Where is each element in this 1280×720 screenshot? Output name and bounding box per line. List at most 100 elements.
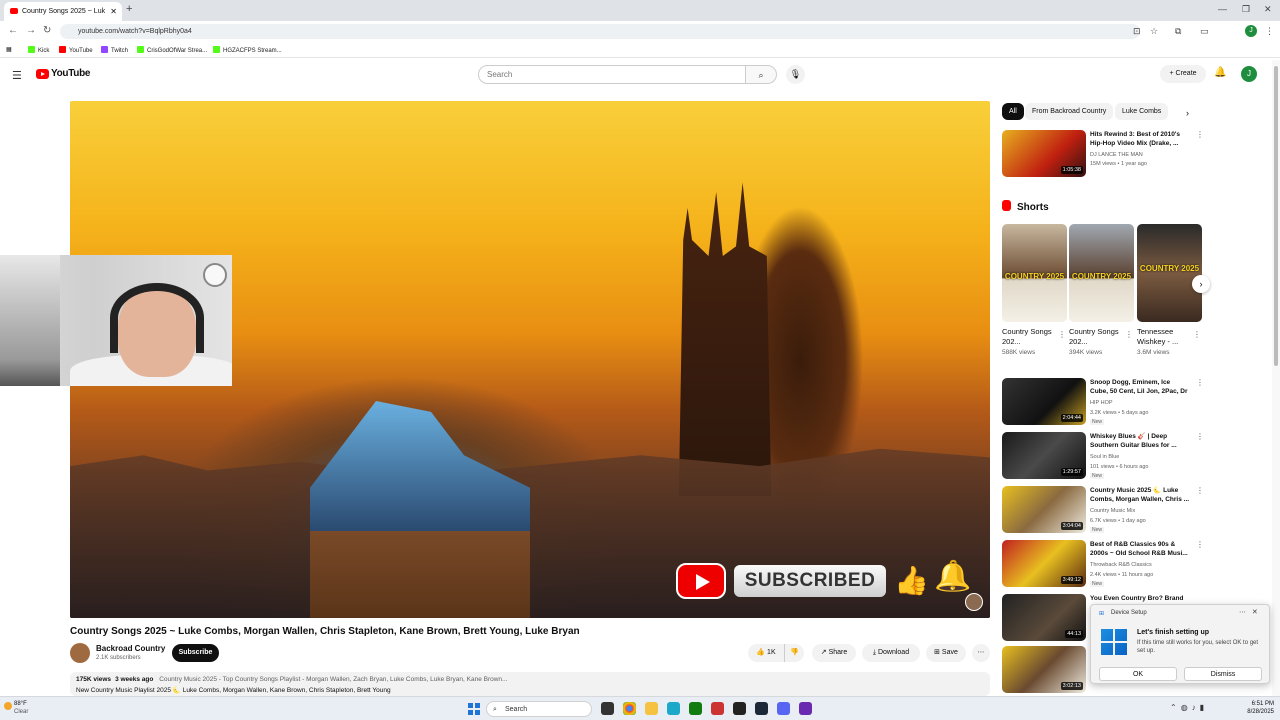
more-options-icon[interactable]: ⋮ bbox=[1196, 540, 1204, 549]
related-video[interactable]: 1:05:38 Hits Rewind 3: Best of 2010's Hi… bbox=[1002, 130, 1204, 178]
dismiss-button[interactable]: Dismiss bbox=[1184, 667, 1262, 681]
chip-from-channel[interactable]: From Backroad Country bbox=[1025, 103, 1114, 120]
chrome-icon[interactable] bbox=[623, 702, 636, 715]
download-button[interactable]: ⤓ Download bbox=[862, 644, 920, 662]
chip-luke-combs[interactable]: Luke Combs bbox=[1115, 103, 1169, 120]
chevron-up-icon[interactable]: ⌃ bbox=[1170, 703, 1181, 712]
short-item[interactable]: COUNTRY 2025 Country Songs 202... 394K v… bbox=[1069, 224, 1134, 356]
apps-grid-icon[interactable]: ▦ bbox=[6, 46, 12, 53]
maximize-icon[interactable]: ❐ bbox=[1242, 4, 1250, 15]
channel-name[interactable]: Backroad Country bbox=[96, 644, 165, 653]
save-button[interactable]: ⊞ Save bbox=[926, 644, 966, 662]
browser-profile-avatar[interactable]: J bbox=[1245, 25, 1257, 37]
menu-icon[interactable]: ☰ bbox=[12, 69, 22, 82]
search-button[interactable]: ⌕ bbox=[746, 65, 777, 84]
bookmark-hgzacfps[interactable]: HGZACFPS Stream... bbox=[213, 46, 282, 54]
search-input[interactable]: Search bbox=[478, 65, 746, 84]
video-thumbnail[interactable]: 1:29:57 bbox=[1002, 432, 1086, 479]
video-channel[interactable]: Country Music Mix bbox=[1090, 508, 1135, 514]
extensions-icon[interactable]: ⧉ bbox=[1175, 26, 1181, 37]
more-options-icon[interactable]: ⋮ bbox=[1196, 486, 1204, 495]
short-thumbnail[interactable]: COUNTRY 2025 bbox=[1002, 224, 1067, 322]
video-channel[interactable]: HIP HOP bbox=[1090, 400, 1113, 406]
more-options-icon[interactable]: ⋮ bbox=[1196, 130, 1204, 139]
account-avatar[interactable]: J bbox=[1241, 66, 1257, 82]
more-icon[interactable]: ⋯ bbox=[1239, 609, 1246, 616]
video-title[interactable]: Snoop Dogg, Eminem, Ice Cube, 50 Cent, L… bbox=[1090, 378, 1190, 396]
create-button[interactable]: + Create bbox=[1160, 65, 1206, 83]
volume-icon[interactable]: ♪ bbox=[1192, 703, 1200, 712]
youtube-wordmark[interactable]: YouTube bbox=[51, 68, 91, 79]
browser-tab[interactable]: Country Songs 2025 ~ Luk ✕ bbox=[4, 2, 122, 21]
taskbar-clock[interactable]: 6:51 PM 8/28/2025 bbox=[1238, 700, 1274, 716]
new-tab-icon[interactable]: + bbox=[126, 3, 132, 15]
short-title[interactable]: Tennessee Wishkey - ... bbox=[1137, 327, 1191, 347]
related-video[interactable]: 2:04:44 Snoop Dogg, Eminem, Ice Cube, 50… bbox=[1002, 378, 1204, 426]
dislike-button[interactable]: 👎 bbox=[784, 644, 804, 662]
related-video[interactable]: 1:29:57 Whiskey Blues 🎸 | Deep Southern … bbox=[1002, 432, 1204, 480]
video-title[interactable]: Country Music 2025 🌜 Luke Combs, Morgan … bbox=[1090, 486, 1190, 504]
video-channel[interactable]: Soul in Blue bbox=[1090, 454, 1119, 460]
short-title[interactable]: Country Songs 202... bbox=[1002, 327, 1056, 347]
file-explorer-icon[interactable] bbox=[645, 702, 658, 715]
short-thumbnail[interactable]: COUNTRY 2025 bbox=[1137, 224, 1202, 322]
scrollbar-thumb[interactable] bbox=[1274, 66, 1278, 366]
xbox-icon[interactable] bbox=[689, 702, 702, 715]
video-title[interactable]: Hits Rewind 3: Best of 2010's Hip-Hop Vi… bbox=[1090, 130, 1190, 148]
bookmark-youtube[interactable]: YouTube bbox=[59, 46, 93, 54]
video-thumbnail[interactable]: 44:13 bbox=[1002, 594, 1086, 641]
channel-avatar[interactable] bbox=[70, 643, 90, 663]
forward-icon[interactable]: → bbox=[26, 25, 36, 36]
install-icon[interactable]: ⊡ bbox=[1133, 26, 1141, 37]
network-icon[interactable]: ◍ bbox=[1181, 703, 1192, 712]
video-thumbnail[interactable]: 3:49:12 bbox=[1002, 540, 1086, 587]
task-view-icon[interactable] bbox=[601, 702, 614, 715]
system-tray[interactable]: ⌃◍♪▮ bbox=[1170, 703, 1208, 712]
video-channel[interactable]: DJ LANCE THE MAN bbox=[1090, 152, 1143, 158]
epic-games-icon[interactable] bbox=[733, 702, 746, 715]
bookmark-twitch[interactable]: Twitch bbox=[101, 46, 128, 54]
video-thumbnail[interactable]: 3:02:13 bbox=[1002, 646, 1086, 693]
share-button[interactable]: ↗ Share bbox=[812, 644, 856, 662]
related-video[interactable]: 3:04:04 Country Music 2025 🌜 Luke Combs,… bbox=[1002, 486, 1204, 534]
video-title[interactable]: You Even Country Bro? Brand bbox=[1090, 594, 1190, 603]
split-view-icon[interactable]: ▭ bbox=[1200, 26, 1209, 37]
streaming-app-icon[interactable] bbox=[799, 702, 812, 715]
subscribe-button[interactable]: Subscribe bbox=[172, 644, 219, 662]
back-icon[interactable]: ← bbox=[8, 25, 18, 36]
notifications-bell-icon[interactable]: 🔔 bbox=[1214, 67, 1226, 78]
more-options-icon[interactable]: ⋮ bbox=[1193, 330, 1201, 339]
like-button[interactable]: 👍 1K bbox=[748, 644, 784, 662]
taskbar-search[interactable]: ⌕ Search bbox=[486, 701, 592, 717]
battery-icon[interactable]: ▮ bbox=[1200, 703, 1208, 712]
youtube-logo-icon[interactable] bbox=[36, 69, 49, 79]
video-thumbnail[interactable]: 3:04:04 bbox=[1002, 486, 1086, 533]
app-icon-red[interactable] bbox=[711, 702, 724, 715]
start-button-icon[interactable] bbox=[468, 703, 480, 715]
chip-all[interactable]: All bbox=[1002, 103, 1024, 120]
url-input[interactable]: youtube.com/watch?v=BqlpRbhy0a4 bbox=[60, 24, 1140, 39]
bookmark-star-icon[interactable]: ☆ bbox=[1150, 26, 1158, 37]
description-box[interactable]: 175K views 3 weeks ago Country Music 2025… bbox=[70, 672, 990, 696]
chips-next-icon[interactable]: › bbox=[1186, 108, 1189, 118]
more-options-icon[interactable]: ⋮ bbox=[1125, 330, 1133, 339]
more-options-icon[interactable]: ⋮ bbox=[1196, 378, 1204, 387]
more-options-icon[interactable]: ⋮ bbox=[1058, 330, 1066, 339]
steam-icon[interactable] bbox=[755, 702, 768, 715]
discord-icon[interactable] bbox=[777, 702, 790, 715]
bookmark-kick[interactable]: Kick bbox=[28, 46, 49, 54]
related-video[interactable]: 3:49:12 Best of R&B Classics 90s & 2000s… bbox=[1002, 540, 1204, 588]
channel-watermark[interactable] bbox=[965, 593, 983, 611]
reload-icon[interactable]: ↻ bbox=[43, 25, 51, 36]
weather-widget[interactable]: 88°F Clear bbox=[4, 700, 28, 716]
browser-menu-icon[interactable]: ⋮ bbox=[1265, 26, 1274, 37]
short-thumbnail[interactable]: COUNTRY 2025 bbox=[1069, 224, 1134, 322]
edge-icon[interactable] bbox=[667, 702, 680, 715]
short-item[interactable]: COUNTRY 2025 Country Songs 202... 588K v… bbox=[1002, 224, 1067, 356]
voice-search-icon[interactable]: 🎙 bbox=[786, 65, 805, 84]
video-channel[interactable]: Throwback R&B Classics bbox=[1090, 562, 1152, 568]
video-title[interactable]: Best of R&B Classics 90s & 2000s ~ Old S… bbox=[1090, 540, 1190, 558]
close-icon[interactable]: ✕ bbox=[1252, 609, 1258, 616]
more-actions-button[interactable]: ⋯ bbox=[972, 644, 990, 662]
more-options-icon[interactable]: ⋮ bbox=[1196, 432, 1204, 441]
